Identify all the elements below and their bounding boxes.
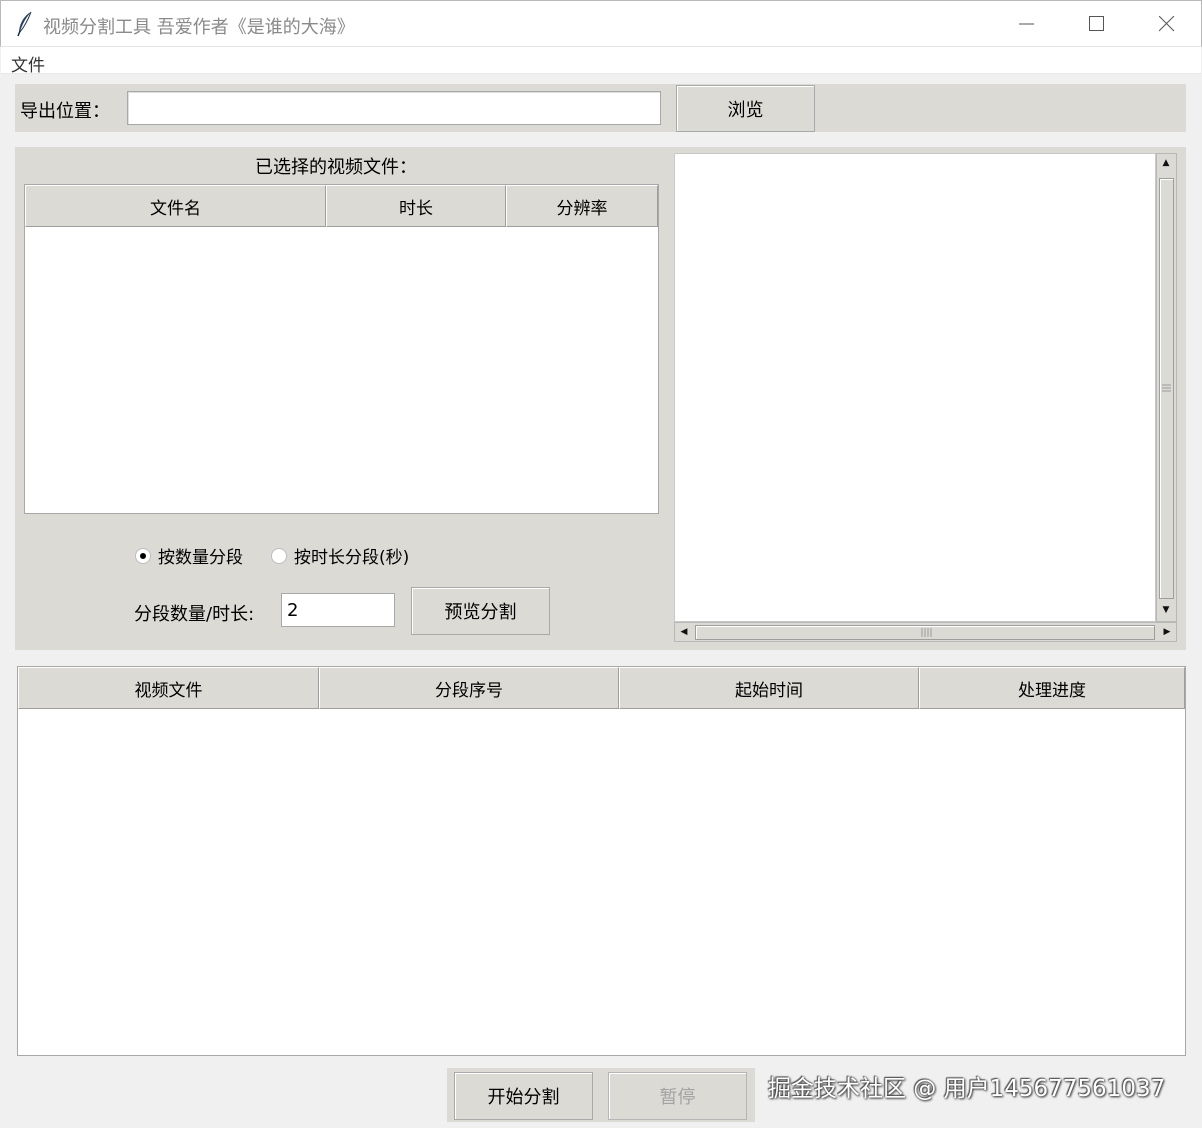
start-split-button[interactable]: 开始分割 bbox=[454, 1072, 593, 1120]
scroll-down-icon[interactable]: ▼ bbox=[1157, 601, 1175, 619]
grip-icon bbox=[921, 628, 932, 637]
minimize-button[interactable] bbox=[992, 1, 1062, 47]
segments-table[interactable]: 视频文件 分段序号 起始时间 处理进度 bbox=[17, 666, 1186, 1056]
file-table-header: 文件名 时长 分辨率 bbox=[25, 185, 658, 227]
column-header-duration[interactable]: 时长 bbox=[326, 185, 506, 227]
selected-files-label: 已选择的视频文件： bbox=[255, 157, 417, 178]
pause-button[interactable]: 暂停 bbox=[608, 1072, 747, 1120]
radio-by-duration[interactable]: 按时长分段(秒) bbox=[271, 543, 409, 568]
grip-icon bbox=[1162, 384, 1171, 392]
menu-file[interactable]: 文件 bbox=[11, 51, 45, 76]
column-header-segment-index[interactable]: 分段序号 bbox=[319, 667, 619, 709]
radio-by-duration-label: 按时长分段(秒) bbox=[294, 548, 410, 568]
column-header-start-time[interactable]: 起始时间 bbox=[619, 667, 919, 709]
horizontal-scrollbar[interactable]: ◀ ▶ bbox=[674, 622, 1177, 642]
horizontal-scroll-thumb[interactable] bbox=[695, 625, 1155, 640]
action-bar: 开始分割 暂停 bbox=[447, 1068, 755, 1122]
radio-unchecked-icon bbox=[271, 547, 287, 564]
title-bar: 视频分割工具 吾爱作者《是谁的大海》 bbox=[0, 0, 1202, 47]
radio-by-count[interactable]: 按数量分段 bbox=[135, 543, 243, 568]
feather-icon bbox=[15, 11, 35, 37]
scroll-right-icon[interactable]: ▶ bbox=[1158, 623, 1176, 641]
segments-table-header: 视频文件 分段序号 起始时间 处理进度 bbox=[18, 667, 1185, 709]
maximize-icon bbox=[1089, 16, 1104, 31]
file-table[interactable]: 文件名 时长 分辨率 bbox=[24, 184, 659, 514]
scroll-left-icon[interactable]: ◀ bbox=[675, 623, 693, 641]
export-row: 导出位置： 浏览 bbox=[15, 84, 1186, 132]
close-icon bbox=[1159, 16, 1175, 32]
column-header-filename[interactable]: 文件名 bbox=[25, 185, 326, 227]
column-header-resolution[interactable]: 分辨率 bbox=[506, 185, 658, 227]
maximize-button[interactable] bbox=[1062, 1, 1132, 47]
radio-by-count-label: 按数量分段 bbox=[158, 548, 243, 568]
segment-value-label: 分段数量/时长: bbox=[134, 604, 255, 625]
column-header-progress[interactable]: 处理进度 bbox=[919, 667, 1185, 709]
vertical-scroll-thumb[interactable] bbox=[1159, 178, 1174, 599]
preview-split-button[interactable]: 预览分割 bbox=[411, 587, 550, 635]
segment-value-input[interactable] bbox=[281, 593, 395, 627]
vertical-scrollbar[interactable]: ▲ ▼ bbox=[1156, 153, 1177, 622]
menu-bar: 文件 bbox=[1, 47, 1201, 76]
scroll-up-icon[interactable]: ▲ bbox=[1157, 154, 1175, 172]
column-header-video-file[interactable]: 视频文件 bbox=[18, 667, 319, 709]
window-title: 视频分割工具 吾爱作者《是谁的大海》 bbox=[43, 17, 355, 38]
minimize-icon bbox=[1019, 23, 1034, 25]
close-button[interactable] bbox=[1132, 1, 1202, 47]
watermark-text: 掘金技术社区 @ 用户145677561037 bbox=[768, 1076, 1166, 1102]
radio-checked-icon bbox=[135, 547, 151, 564]
export-path-input[interactable] bbox=[127, 91, 661, 125]
browse-button[interactable]: 浏览 bbox=[676, 85, 815, 132]
selection-panel: 已选择的视频文件： 文件名 时长 分辨率 按数量分段 按时长分段(秒) 分段数量… bbox=[15, 147, 1186, 650]
export-label: 导出位置： bbox=[20, 101, 110, 122]
preview-text-area[interactable] bbox=[674, 153, 1156, 622]
